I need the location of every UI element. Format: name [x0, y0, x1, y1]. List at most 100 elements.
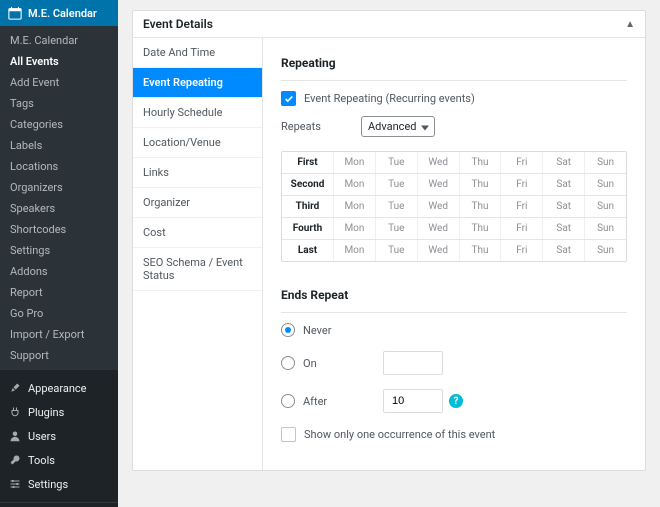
daygrid-row: LastMonTueWedThuFriSatSun	[282, 240, 626, 261]
daygrid-cell[interactable]: Thu	[460, 240, 502, 261]
daygrid-cell[interactable]: Fri	[501, 240, 543, 261]
sidebar-header-label: M.E. Calendar	[28, 7, 97, 20]
mainmenu-label: Tools	[28, 454, 55, 467]
panel-toggle-icon[interactable]: ▲	[625, 19, 635, 30]
submenu-item[interactable]: Labels	[0, 135, 118, 156]
submenu-item[interactable]: Shortcodes	[0, 219, 118, 240]
mainmenu-item[interactable]: Users	[0, 424, 118, 448]
daygrid-cell[interactable]: Thu	[460, 196, 502, 217]
ends-repeat-heading: Ends Repeat	[281, 282, 627, 313]
daygrid-cell[interactable]: Sat	[543, 240, 585, 261]
panel-tab[interactable]: Location/Venue	[133, 128, 262, 158]
daygrid-cell[interactable]: Mon	[334, 174, 376, 195]
ends-option-row: On	[281, 351, 627, 375]
user-icon	[8, 429, 22, 443]
submenu-item[interactable]: Add Event	[0, 72, 118, 93]
ends-input[interactable]	[383, 389, 443, 413]
daygrid-cell[interactable]: Sun	[585, 218, 626, 239]
submenu-item[interactable]: Locations	[0, 156, 118, 177]
daygrid-cell[interactable]: Wed	[418, 174, 460, 195]
daygrid-cell[interactable]: Sun	[585, 196, 626, 217]
daygrid-cell[interactable]: Mon	[334, 196, 376, 217]
daygrid-row-label: Third	[282, 196, 334, 217]
submenu-item[interactable]: Tags	[0, 93, 118, 114]
ends-radio[interactable]	[281, 394, 295, 408]
mainmenu-label: Users	[28, 430, 56, 443]
ends-radio[interactable]	[281, 356, 295, 370]
daygrid-cell[interactable]: Tue	[376, 196, 418, 217]
help-icon[interactable]: ?	[449, 394, 463, 408]
daygrid-cell[interactable]: Sun	[585, 174, 626, 195]
daygrid-cell[interactable]: Mon	[334, 218, 376, 239]
daygrid-cell[interactable]: Tue	[376, 240, 418, 261]
daygrid-cell[interactable]: Mon	[334, 240, 376, 261]
collapse-menu[interactable]: Collapse menu	[0, 502, 118, 507]
submenu-item[interactable]: Support	[0, 345, 118, 366]
daygrid-cell[interactable]: Fri	[501, 196, 543, 217]
daygrid-cell[interactable]: Sat	[543, 218, 585, 239]
event-repeating-label: Event Repeating (Recurring events)	[304, 92, 475, 105]
mainmenu-item[interactable]: Appearance	[0, 376, 118, 400]
daygrid-cell[interactable]: Sat	[543, 174, 585, 195]
repeats-select[interactable]: Advanced	[361, 116, 435, 137]
daygrid-cell[interactable]: Fri	[501, 152, 543, 173]
daygrid-cell[interactable]: Tue	[376, 218, 418, 239]
panel-header: Event Details ▲	[133, 11, 645, 38]
event-repeating-checkbox[interactable]	[281, 91, 296, 106]
ends-option-row: Never	[281, 323, 627, 337]
brush-icon	[8, 381, 22, 395]
submenu-item[interactable]: Organizers	[0, 177, 118, 198]
submenu-item[interactable]: Import / Export	[0, 324, 118, 345]
daygrid-cell[interactable]: Thu	[460, 174, 502, 195]
daygrid-cell[interactable]: Fri	[501, 218, 543, 239]
daygrid-row-label: Last	[282, 240, 334, 261]
daygrid-row-label: Fourth	[282, 218, 334, 239]
panel-tab[interactable]: Date And Time	[133, 38, 262, 68]
ends-option-label: Never	[303, 324, 363, 337]
daygrid-cell[interactable]: Mon	[334, 152, 376, 173]
panel-tab[interactable]: Hourly Schedule	[133, 98, 262, 128]
mainmenu-item[interactable]: Tools	[0, 448, 118, 472]
daygrid-cell[interactable]: Wed	[418, 152, 460, 173]
submenu-item[interactable]: Settings	[0, 240, 118, 261]
panel-tab[interactable]: Cost	[133, 218, 262, 248]
sidebar-header[interactable]: M.E. Calendar	[0, 0, 118, 26]
panel-tab[interactable]: SEO Schema / Event Status	[133, 248, 262, 291]
mainmenu-label: Plugins	[28, 406, 64, 419]
daygrid-cell[interactable]: Wed	[418, 240, 460, 261]
submenu-item[interactable]: M.E. Calendar	[0, 30, 118, 51]
submenu-item[interactable]: Go Pro	[0, 303, 118, 324]
form-area: Repeating Event Repeating (Recurring eve…	[263, 38, 645, 470]
submenu-item[interactable]: Report	[0, 282, 118, 303]
repeats-row: Repeats Advanced	[281, 116, 627, 137]
submenu-item[interactable]: All Events	[0, 51, 118, 72]
daygrid-cell[interactable]: Sat	[543, 152, 585, 173]
submenu-item[interactable]: Addons	[0, 261, 118, 282]
daygrid-cell[interactable]: Wed	[418, 218, 460, 239]
daygrid-cell[interactable]: Tue	[376, 174, 418, 195]
ends-radio[interactable]	[281, 323, 295, 337]
ends-option-label: On	[303, 357, 363, 370]
daygrid-cell[interactable]: Thu	[460, 152, 502, 173]
daygrid-cell[interactable]: Wed	[418, 196, 460, 217]
show-one-label: Show only one occurrence of this event	[304, 428, 495, 441]
submenu-item[interactable]: Categories	[0, 114, 118, 135]
ends-input[interactable]	[383, 351, 443, 375]
panel-tab[interactable]: Links	[133, 158, 262, 188]
daygrid-cell[interactable]: Sun	[585, 240, 626, 261]
panel-tab[interactable]: Event Repeating	[133, 68, 262, 98]
panel-tab[interactable]: Organizer	[133, 188, 262, 218]
submenu-item[interactable]: Speakers	[0, 198, 118, 219]
daygrid-row: SecondMonTueWedThuFriSatSun	[282, 174, 626, 196]
mainmenu-item[interactable]: Settings	[0, 472, 118, 496]
content-area: Event Details ▲ Date And TimeEvent Repea…	[118, 0, 660, 507]
daygrid-cell[interactable]: Fri	[501, 174, 543, 195]
event-details-panel: Event Details ▲ Date And TimeEvent Repea…	[132, 10, 646, 471]
daygrid-cell[interactable]: Tue	[376, 152, 418, 173]
daygrid-cell[interactable]: Sun	[585, 152, 626, 173]
submenu: M.E. CalendarAll EventsAdd EventTagsCate…	[0, 26, 118, 370]
mainmenu-item[interactable]: Plugins	[0, 400, 118, 424]
show-one-checkbox[interactable]	[281, 427, 296, 442]
daygrid-cell[interactable]: Sat	[543, 196, 585, 217]
daygrid-cell[interactable]: Thu	[460, 218, 502, 239]
